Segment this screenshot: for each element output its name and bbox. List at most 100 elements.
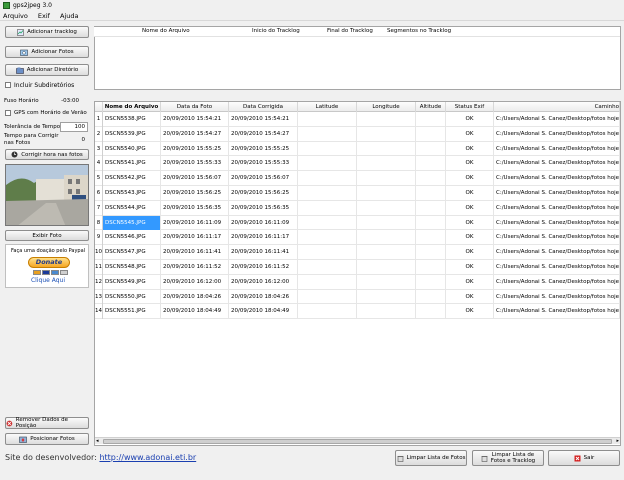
cell-longitude[interactable] <box>357 230 416 246</box>
table-row[interactable]: 9 DSCN5546.JPG 20/09/2010 16:11:17 20/09/20… <box>95 230 620 246</box>
cell-path[interactable]: C:/Users/Adonai S. Canez/Desktop/fotos h… <box>494 289 620 305</box>
cell-photo-date[interactable]: 20/09/2010 18:04:26 <box>161 289 229 305</box>
cell-filename[interactable]: DSCN5551.JPG <box>103 304 161 320</box>
cell-latitude[interactable] <box>298 260 357 275</box>
cell-altitude[interactable] <box>416 289 446 305</box>
cell-latitude[interactable] <box>298 304 357 320</box>
cell-latitude[interactable] <box>298 156 357 172</box>
cell-photo-date[interactable]: 20/09/2010 15:54:21 <box>161 112 229 127</box>
correct-time-field[interactable]: 0 <box>60 135 88 145</box>
cell-longitude[interactable] <box>357 260 416 275</box>
cell-path[interactable]: C:/Users/Adonai S. Canez/Desktop/fotos h… <box>494 230 620 246</box>
cell-photo-date[interactable]: 20/09/2010 15:55:33 <box>161 156 229 172</box>
cell-filename[interactable]: DSCN5542.JPG <box>103 171 161 186</box>
table-row[interactable]: 3 DSCN5540.JPG 20/09/2010 15:55:25 20/09/20… <box>95 141 620 157</box>
cell-longitude[interactable] <box>357 274 416 290</box>
developer-site-link[interactable]: http://www.adonai.eti.br <box>99 453 196 462</box>
cell-corrected-date[interactable]: 20/09/2010 18:04:49 <box>229 304 298 320</box>
cell-corrected-date[interactable]: 20/09/2010 18:04:26 <box>229 289 298 305</box>
cell-exif-status[interactable]: OK <box>446 274 494 290</box>
cell-path[interactable]: C:/Users/Adonai S. Canez/Desktop/fotos h… <box>494 304 620 320</box>
cell-latitude[interactable] <box>298 245 357 260</box>
cell-row-number[interactable]: 14 <box>95 304 103 320</box>
cell-longitude[interactable] <box>357 112 416 127</box>
cell-altitude[interactable] <box>416 245 446 260</box>
cell-longitude[interactable] <box>357 215 416 231</box>
cell-path[interactable]: C:/Users/Adonai S. Canez/Desktop/fotos h… <box>494 200 620 216</box>
table-row[interactable]: 8 DSCN5545.JPG 20/09/2010 16:11:09 20/09/20… <box>95 215 620 231</box>
cell-filename[interactable]: DSCN5546.JPG <box>103 230 161 246</box>
exit-button[interactable]: Sair <box>548 450 620 466</box>
cell-altitude[interactable] <box>416 156 446 172</box>
cell-corrected-date[interactable]: 20/09/2010 15:55:25 <box>229 141 298 157</box>
cell-row-number[interactable]: 7 <box>95 200 103 216</box>
cell-exif-status[interactable]: OK <box>446 304 494 320</box>
col-exif-status[interactable]: Status Exif <box>446 102 494 112</box>
cell-photo-date[interactable]: 20/09/2010 15:56:25 <box>161 186 229 201</box>
cell-photo-date[interactable]: 20/09/2010 15:56:35 <box>161 200 229 216</box>
cell-filename[interactable]: DSCN5545.JPG <box>103 215 161 231</box>
cell-latitude[interactable] <box>298 126 357 142</box>
cell-exif-status[interactable]: OK <box>446 245 494 260</box>
table-row[interactable]: 5 DSCN5542.JPG 20/09/2010 15:56:07 20/09/20… <box>95 171 620 186</box>
cell-row-number[interactable]: 5 <box>95 171 103 186</box>
cell-path[interactable]: C:/Users/Adonai S. Canez/Desktop/fotos h… <box>494 126 620 142</box>
show-photo-button[interactable]: Exibir Foto <box>5 230 89 241</box>
clear-photos-button[interactable]: Limpar Lista de Fotos <box>395 450 467 466</box>
scroll-left-icon[interactable]: ◂ <box>96 438 99 444</box>
col-path[interactable]: Caminho <box>494 102 620 112</box>
cell-corrected-date[interactable]: 20/09/2010 15:56:07 <box>229 171 298 186</box>
timezone-field[interactable]: -03:00 <box>60 96 82 106</box>
cell-corrected-date[interactable]: 20/09/2010 15:56:35 <box>229 200 298 216</box>
cell-longitude[interactable] <box>357 186 416 201</box>
donate-button[interactable]: Donate <box>28 257 70 268</box>
col-latitude[interactable]: Latitude <box>298 102 357 112</box>
cell-filename[interactable]: DSCN5547.JPG <box>103 245 161 260</box>
cell-latitude[interactable] <box>298 141 357 157</box>
cell-photo-date[interactable]: 20/09/2010 16:11:52 <box>161 260 229 275</box>
table-row[interactable]: 2 DSCN5539.JPG 20/09/2010 15:54:27 20/09/20… <box>95 126 620 142</box>
table-row[interactable]: 1 DSCN5538.JPG 20/09/2010 15:54:21 20/09/20… <box>95 112 620 127</box>
cell-corrected-date[interactable]: 20/09/2010 15:56:25 <box>229 186 298 201</box>
cell-longitude[interactable] <box>357 141 416 157</box>
cell-photo-date[interactable]: 20/09/2010 15:54:27 <box>161 126 229 142</box>
cell-exif-status[interactable]: OK <box>446 126 494 142</box>
cell-path[interactable]: C:/Users/Adonai S. Canez/Desktop/fotos h… <box>494 112 620 127</box>
table-row[interactable]: 7 DSCN5544.JPG 20/09/2010 15:56:35 20/09/20… <box>95 200 620 216</box>
cell-path[interactable]: C:/Users/Adonai S. Canez/Desktop/fotos h… <box>494 186 620 201</box>
cell-filename[interactable]: DSCN5538.JPG <box>103 112 161 127</box>
cell-exif-status[interactable]: OK <box>446 200 494 216</box>
click-here-link[interactable]: Clique Aqui <box>6 277 90 284</box>
include-subdirs-checkbox[interactable] <box>5 82 11 88</box>
clear-all-button[interactable]: Limpar Lista de Fotos e Tracklog <box>472 450 544 466</box>
dst-checkbox[interactable] <box>5 110 11 116</box>
menu-ajuda[interactable]: Ajuda <box>60 12 78 20</box>
cell-longitude[interactable] <box>357 200 416 216</box>
tolerance-field[interactable]: 100 <box>60 122 88 132</box>
cell-longitude[interactable] <box>357 156 416 172</box>
cell-longitude[interactable] <box>357 304 416 320</box>
cell-corrected-date[interactable]: 20/09/2010 16:11:17 <box>229 230 298 246</box>
cell-longitude[interactable] <box>357 289 416 305</box>
cell-latitude[interactable] <box>298 112 357 127</box>
horizontal-scrollbar[interactable]: ◂ ▸ <box>95 437 620 444</box>
cell-latitude[interactable] <box>298 274 357 290</box>
cell-row-number[interactable]: 12 <box>95 274 103 290</box>
cell-photo-date[interactable]: 20/09/2010 16:12:00 <box>161 274 229 290</box>
cell-altitude[interactable] <box>416 260 446 275</box>
cell-exif-status[interactable]: OK <box>446 260 494 275</box>
add-tracklog-button[interactable]: Adicionar tracklog <box>5 26 89 38</box>
cell-photo-date[interactable]: 20/09/2010 15:55:25 <box>161 141 229 157</box>
cell-exif-status[interactable]: OK <box>446 289 494 305</box>
cell-exif-status[interactable]: OK <box>446 186 494 201</box>
cell-filename[interactable]: DSCN5540.JPG <box>103 141 161 157</box>
cell-filename[interactable]: DSCN5541.JPG <box>103 156 161 172</box>
col-corrected-date[interactable]: Data Corrigida <box>229 102 298 112</box>
menu-arquivo[interactable]: Arquivo <box>3 12 28 20</box>
cell-altitude[interactable] <box>416 186 446 201</box>
cell-exif-status[interactable]: OK <box>446 112 494 127</box>
cell-altitude[interactable] <box>416 126 446 142</box>
col-photo-date[interactable]: Data da Foto <box>161 102 229 112</box>
cell-altitude[interactable] <box>416 304 446 320</box>
cell-altitude[interactable] <box>416 141 446 157</box>
